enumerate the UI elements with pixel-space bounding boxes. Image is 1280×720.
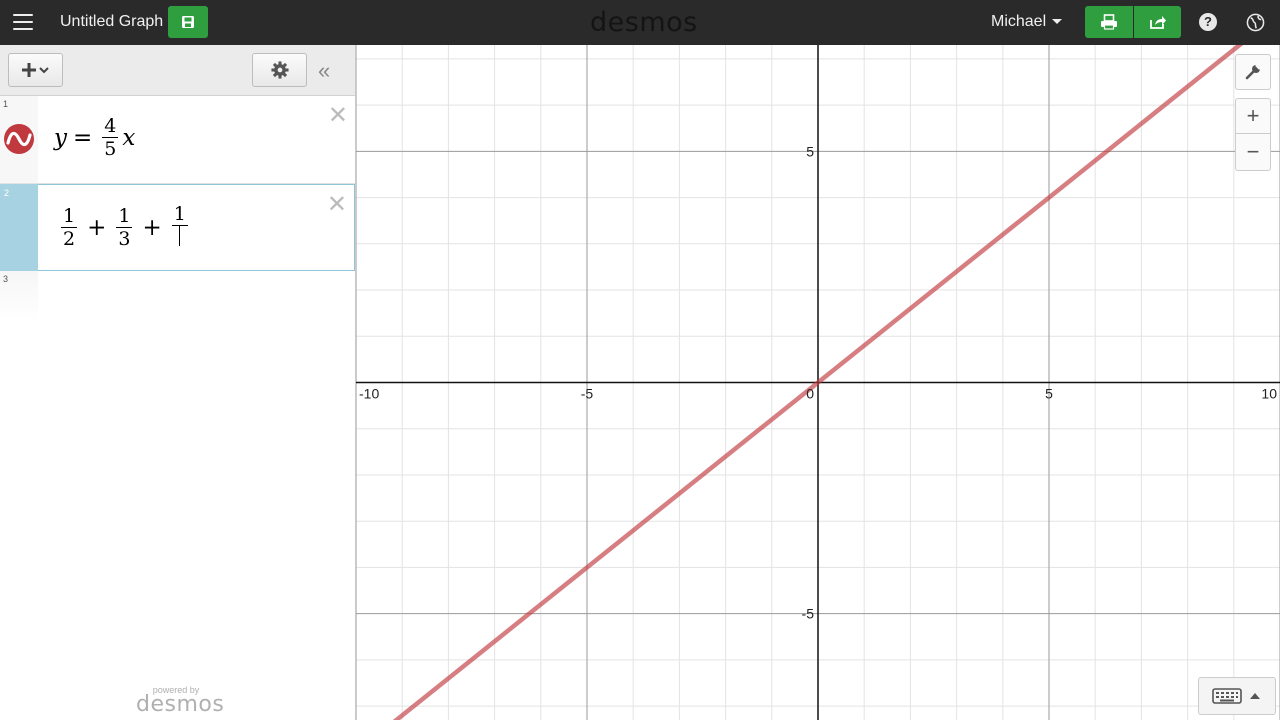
- x-tick-label: 5: [1045, 386, 1053, 402]
- expression-row-empty[interactable]: 3: [0, 271, 355, 321]
- delete-expression-icon[interactable]: ✕: [327, 193, 347, 217]
- panel-header: «: [0, 45, 355, 96]
- settings-button[interactable]: [252, 53, 307, 87]
- user-menu[interactable]: Michael: [991, 13, 1063, 31]
- fraction-numerator: 1: [61, 204, 78, 228]
- graph-title[interactable]: Untitled Graph: [60, 13, 163, 31]
- y-tick-label: 5: [806, 143, 814, 159]
- fraction-numerator: 4: [102, 115, 119, 138]
- graph-color-icon[interactable]: [4, 124, 34, 154]
- fraction-numerator: 1: [171, 203, 188, 226]
- delete-expression-icon[interactable]: ✕: [328, 104, 348, 128]
- math-plus: +: [87, 214, 107, 241]
- add-item-button[interactable]: [8, 53, 63, 87]
- fraction-denominator: 5: [104, 138, 117, 160]
- math-variable: x: [122, 125, 136, 151]
- math-fraction: 1 2: [61, 204, 78, 251]
- math-plus: +: [142, 214, 162, 241]
- menu-icon[interactable]: [13, 14, 33, 30]
- math-fraction: 1 3: [116, 204, 133, 251]
- powered-by-logo: desmos: [136, 692, 225, 717]
- x-tick-label: -10: [359, 386, 379, 402]
- globe-icon[interactable]: [1246, 13, 1265, 32]
- keyboard-icon: [1212, 688, 1242, 704]
- zoom-in-button[interactable]: +: [1235, 98, 1271, 134]
- graph-settings-button[interactable]: [1235, 54, 1271, 90]
- plus-icon: [21, 63, 49, 77]
- fraction-numerator: 1: [116, 204, 133, 228]
- chevron-down-icon: [1052, 19, 1063, 25]
- print-icon: [1101, 14, 1117, 30]
- print-button[interactable]: [1085, 6, 1133, 38]
- expression-index: 1: [3, 99, 9, 109]
- collapse-panel-icon[interactable]: «: [318, 58, 330, 84]
- expression-math[interactable]: y = 4 5 x: [54, 115, 135, 161]
- expression-index: 2: [4, 188, 10, 198]
- expression-row[interactable]: 1 y = 4 5 x ✕: [0, 96, 355, 184]
- math-equals: =: [73, 125, 93, 151]
- chevron-up-icon: [1250, 693, 1260, 699]
- x-tick-label: 0: [806, 386, 814, 402]
- fraction-denominator: [179, 226, 181, 252]
- x-tick-label: 10: [1261, 386, 1277, 402]
- expression-index: 3: [3, 274, 9, 284]
- expression-row-active[interactable]: 2 1 2 + 1 3 + 1 ✕: [0, 184, 355, 271]
- help-icon[interactable]: ?: [1199, 13, 1217, 31]
- user-name: Michael: [991, 13, 1047, 30]
- powered-by-desmos[interactable]: powered by desmos: [136, 685, 225, 717]
- fraction-denominator: 2: [63, 227, 76, 250]
- math-fraction: 1: [171, 203, 188, 252]
- fraction-denominator: 3: [118, 227, 131, 250]
- graph-canvas[interactable]: -10 -5 0 5 10 5 -5: [356, 45, 1280, 720]
- gear-icon: [270, 61, 289, 79]
- text-cursor: [179, 226, 181, 246]
- save-icon: [182, 16, 194, 28]
- save-button[interactable]: [168, 6, 208, 38]
- keypad-toggle-button[interactable]: [1198, 677, 1276, 715]
- graph-paper[interactable]: -10 -5 0 5 10 5 -5: [356, 45, 1280, 720]
- top-bar: Untitled Graph desmos Michael ?: [0, 0, 1280, 45]
- share-button[interactable]: [1134, 6, 1181, 38]
- expression-math[interactable]: 1 2 + 1 3 + 1: [57, 203, 192, 252]
- y-tick-label: -5: [802, 606, 815, 622]
- math-variable: y: [54, 125, 67, 151]
- desmos-logo: desmos: [590, 7, 698, 38]
- x-tick-label: -5: [581, 386, 594, 402]
- expression-panel: « 1 y = 4 5 x ✕ 2 1 2 + 1 3 + 1 ✕ 3 powe…: [0, 45, 356, 720]
- math-fraction: 4 5: [102, 115, 119, 161]
- share-icon: [1149, 16, 1166, 29]
- zoom-out-button[interactable]: −: [1235, 134, 1271, 171]
- wrench-icon: [1245, 64, 1261, 80]
